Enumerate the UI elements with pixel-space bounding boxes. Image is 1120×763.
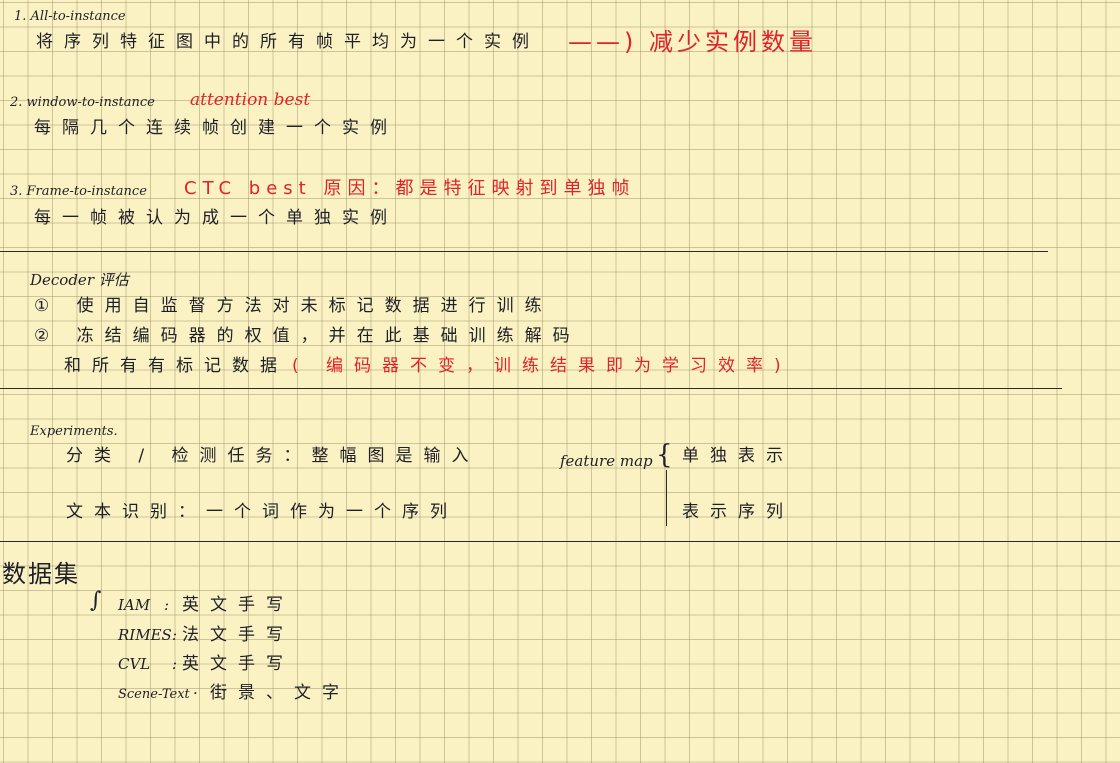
feature-map-line	[666, 470, 667, 526]
divider-3	[0, 541, 1120, 542]
feature-map-label: feature map	[560, 452, 653, 470]
datasets-title: 数据集	[2, 560, 80, 588]
section2-note: attention best	[190, 90, 311, 110]
section2-title: 2. window-to-instance	[10, 95, 155, 110]
decoder-title: Decoder 评估	[30, 271, 129, 289]
dataset-sep-rimes: :	[172, 626, 178, 644]
dataset-desc-rimes: 法文手写	[182, 625, 294, 645]
datasets-brace: ∫	[90, 588, 102, 613]
decoder-item-1: ① 使用自监督方法对未标记数据进行训练	[34, 296, 553, 316]
experiments-row-2: 文本识别：一个词作为一个序列	[66, 502, 458, 522]
dataset-desc-iam: 英文手写	[182, 595, 294, 615]
dataset-sep-scene-text: ·	[193, 684, 198, 702]
feature-map-row-1: 单独表示	[682, 446, 794, 466]
note-page: 1. All-to-instance 将序列特征图中的所有帧平均为一个实例 ——…	[0, 0, 1120, 763]
dataset-name-cvl: CVL	[118, 655, 151, 673]
feature-map-brace: {	[656, 440, 673, 470]
feature-map-row-2: 表示序列	[682, 502, 794, 522]
section3-desc: 每一帧被认为成一个单独实例	[34, 208, 398, 228]
dataset-sep-cvl: :	[172, 655, 178, 673]
decoder-item-3-black: 和所有有标记数据	[64, 356, 288, 376]
experiments-title: Experiments.	[30, 424, 118, 439]
dataset-desc-scene-text: 街景、文字	[210, 683, 350, 703]
decoder-item-2: ② 冻结编码器的权值，并在此基础训练解码	[34, 326, 581, 346]
section3-title: 3. Frame-to-instance	[10, 184, 147, 199]
section1-note: ——) 减少实例数量	[568, 28, 817, 56]
section1-desc: 将序列特征图中的所有帧平均为一个实例	[36, 32, 540, 52]
section1-title: 1. All-to-instance	[14, 9, 126, 24]
dataset-sep-iam: :	[164, 596, 170, 614]
dataset-desc-cvl: 英文手写	[182, 654, 294, 674]
section2-desc: 每隔几个连续帧创建一个实例	[34, 118, 398, 138]
dataset-name-rimes: RIMES	[118, 626, 172, 644]
divider-1	[0, 251, 1048, 252]
dataset-name-iam: IAM	[118, 596, 151, 614]
divider-2	[0, 388, 1062, 389]
section3-note: CTC best 原因：都是特征映射到单独帧	[184, 178, 636, 199]
decoder-item-3-red: ( 编码器不变，训练结果即为学习效率)	[292, 356, 792, 376]
dataset-name-scene-text: Scene-Text	[118, 687, 190, 702]
experiments-row-1: 分类 / 检测任务：整幅图是输入	[66, 446, 480, 466]
